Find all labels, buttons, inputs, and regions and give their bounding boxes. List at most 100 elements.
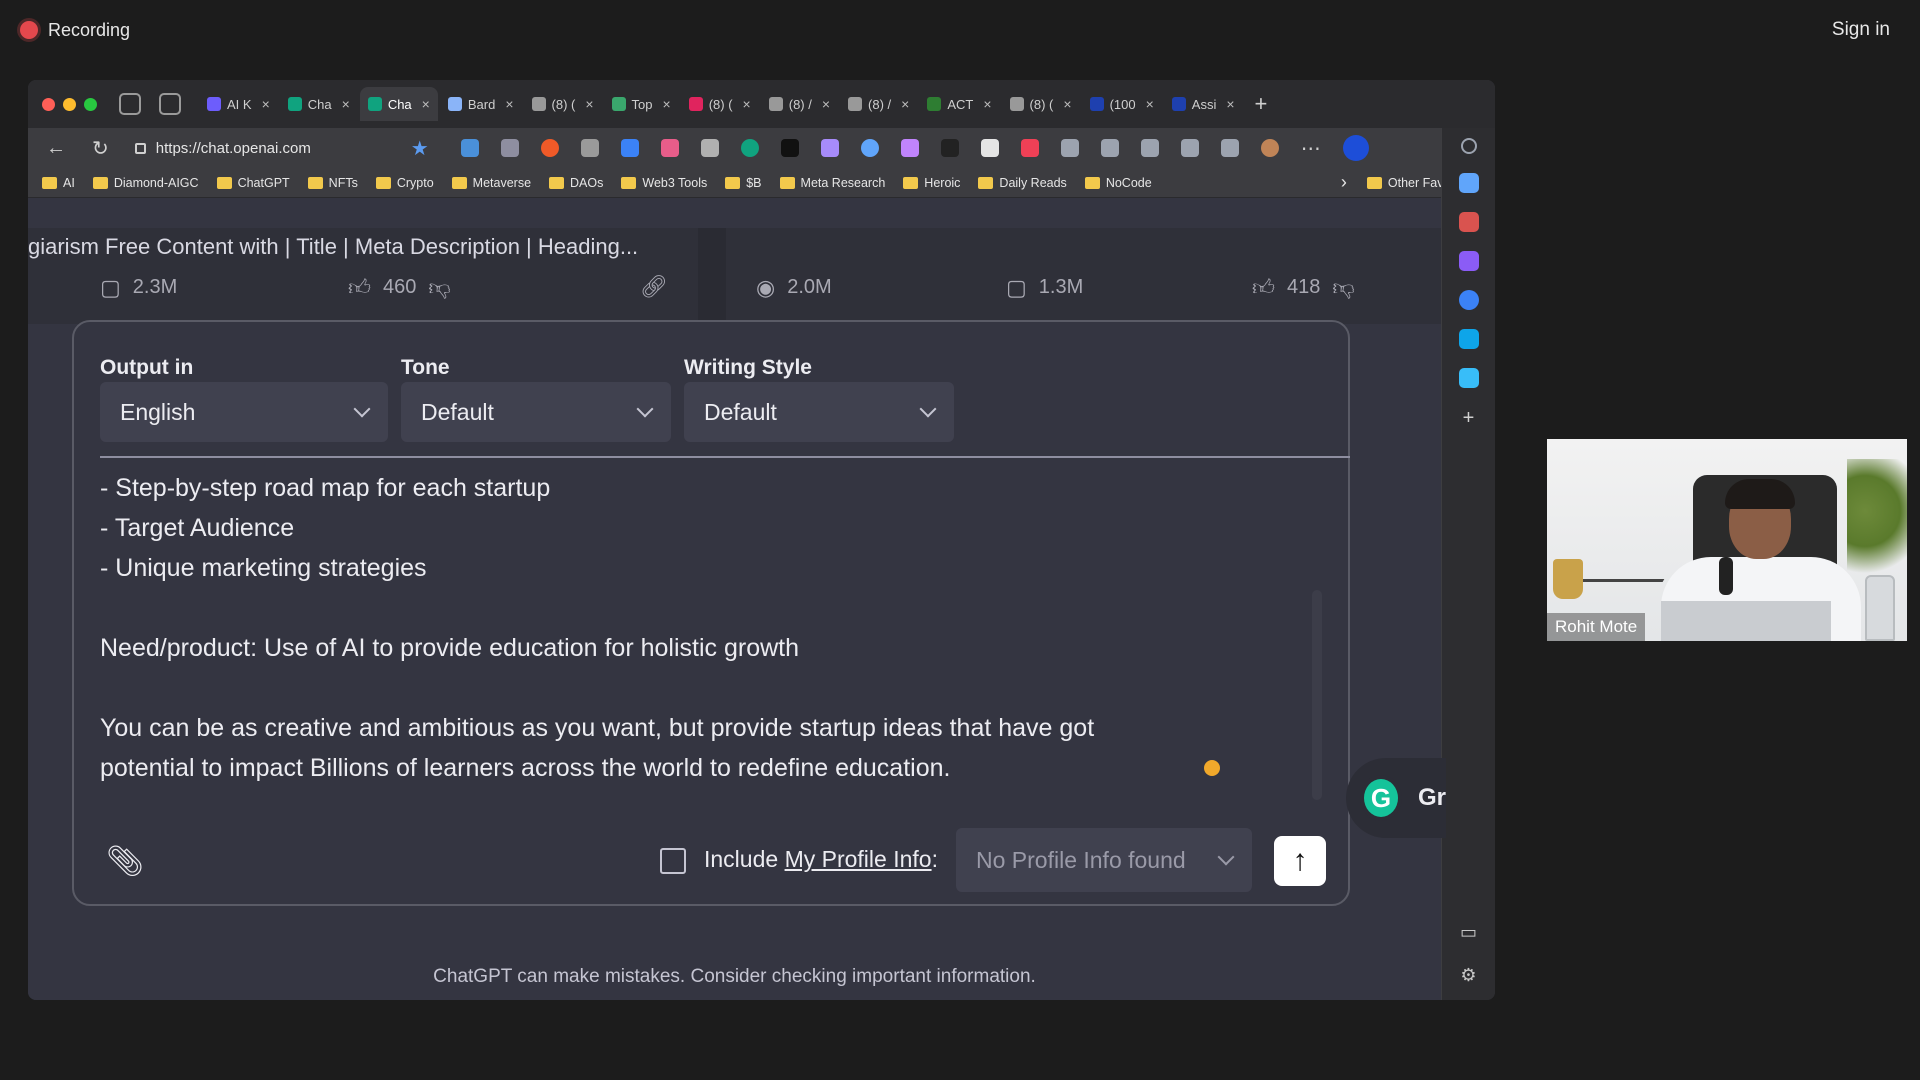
extension-icon[interactable] <box>620 139 639 157</box>
browser-tab[interactable]: (8) (× <box>681 87 759 121</box>
shield-icon[interactable] <box>980 139 999 157</box>
close-tab-icon[interactable]: × <box>422 96 430 112</box>
shopping-tag-icon[interactable] <box>1458 173 1479 193</box>
bookmark-folder[interactable]: NoCode <box>1084 176 1152 190</box>
writing-style-select[interactable]: Default <box>684 382 954 442</box>
close-tab-icon[interactable]: × <box>663 96 671 112</box>
minimize-window-button[interactable] <box>63 97 76 111</box>
bookmark-folder[interactable]: Heroic <box>903 176 960 190</box>
search-icon[interactable] <box>1460 138 1477 154</box>
split-screen-icon[interactable] <box>1100 139 1119 157</box>
thumbs-up-icon[interactable]: 👍︎ <box>348 276 371 299</box>
browser-tab[interactable]: AI K × <box>199 87 278 121</box>
extension-icon[interactable] <box>540 139 559 157</box>
prompt-textarea[interactable]: - Step-by-step road map for each startup… <box>100 468 1280 788</box>
workspaces-icon[interactable] <box>119 93 141 115</box>
browser-tab[interactable]: Bard × <box>440 87 522 121</box>
extension-icon[interactable] <box>940 139 959 157</box>
my-profile-info-link[interactable]: My Profile Info <box>785 846 932 872</box>
bookmark-folder[interactable]: Diamond-AIGC <box>92 176 199 190</box>
openai-icon[interactable] <box>740 139 759 157</box>
link-icon[interactable]: 🔗︎ <box>640 276 668 298</box>
close-tab-icon[interactable]: × <box>822 96 830 112</box>
browser-tab[interactable]: (100 × <box>1082 87 1162 121</box>
pocket-icon[interactable] <box>1020 139 1039 157</box>
browser-tab[interactable]: (8) / × <box>761 87 838 121</box>
extension-icon[interactable] <box>660 139 679 157</box>
close-window-button[interactable] <box>42 97 55 111</box>
browser-tab[interactable]: Assi × <box>1164 87 1243 121</box>
close-tab-icon[interactable]: × <box>1226 96 1234 112</box>
thumbs-down-icon[interactable]: 👎︎ <box>428 276 450 299</box>
thumbs-down-icon[interactable]: 👎︎ <box>1332 276 1354 299</box>
prompt-card-title[interactable]: giarism Free Content with | Title | Meta… <box>28 234 638 260</box>
extension-icon[interactable] <box>700 139 719 157</box>
extension-icon[interactable] <box>580 139 599 157</box>
bookmark-folder[interactable]: $B <box>725 176 762 190</box>
extension-icon[interactable] <box>460 139 479 157</box>
bookmark-folder[interactable]: DAOs <box>549 176 603 190</box>
sign-in-button[interactable]: Sign in <box>1822 13 1900 47</box>
send-button[interactable]: ↑ <box>1274 836 1326 886</box>
extension-icon[interactable] <box>780 139 799 157</box>
close-tab-icon[interactable]: × <box>262 96 270 112</box>
settings-gear-icon[interactable]: ⚙ <box>1460 965 1476 986</box>
textarea-scrollbar[interactable] <box>1312 590 1322 800</box>
attach-paperclip-icon[interactable]: 📎︎ <box>106 844 144 879</box>
bookmark-folder[interactable]: Meta Research <box>779 176 885 190</box>
bookmarks-overflow-chevron-icon[interactable]: › <box>1341 172 1347 193</box>
reload-icon[interactable]: ↻ <box>92 136 109 161</box>
hide-sidebar-icon[interactable]: ▭ <box>1460 922 1477 943</box>
drop-icon[interactable] <box>1458 368 1479 388</box>
collections-icon[interactable] <box>1180 139 1199 157</box>
tone-select[interactable]: Default <box>401 382 671 442</box>
browser-tab[interactable]: Cha × <box>359 87 438 121</box>
bing-copilot-icon[interactable] <box>1342 135 1369 161</box>
more-menu-icon[interactable]: ⋯ <box>1301 136 1321 161</box>
extension-icon[interactable] <box>500 139 519 157</box>
profile-avatar[interactable] <box>1260 139 1279 157</box>
bookmark-folder[interactable]: NFTs <box>307 176 358 190</box>
browser-tab[interactable]: Cha × <box>280 87 358 121</box>
grammarly-widget[interactable]: G Gr <box>1346 758 1446 838</box>
maximize-window-button[interactable] <box>84 97 97 111</box>
include-profile-checkbox[interactable] <box>660 848 686 874</box>
browser-tab[interactable]: (8) / × <box>840 87 917 121</box>
back-arrow-icon[interactable]: ← <box>46 137 66 160</box>
bookmark-folder[interactable]: AI <box>42 176 75 190</box>
address-bar[interactable]: https://chat.openai.com <box>134 140 385 157</box>
outlook-icon[interactable] <box>1458 329 1479 349</box>
profile-info-select[interactable]: No Profile Info found <box>956 828 1252 892</box>
close-tab-icon[interactable]: × <box>983 96 991 112</box>
add-sidebar-app-icon[interactable]: + <box>1463 407 1475 430</box>
browser-tab[interactable]: (8) (× <box>1002 87 1080 121</box>
bookmark-folder[interactable]: Web3 Tools <box>621 176 707 190</box>
puzzle-icon[interactable] <box>1060 139 1079 157</box>
close-tab-icon[interactable]: × <box>901 96 909 112</box>
favorites-icon[interactable] <box>1140 139 1159 157</box>
tab-actions-icon[interactable] <box>159 93 181 115</box>
close-tab-icon[interactable]: × <box>342 96 350 112</box>
output-language-select[interactable]: English <box>100 382 388 442</box>
close-tab-icon[interactable]: × <box>743 96 751 112</box>
browser-tab[interactable]: ACT × <box>919 87 999 121</box>
extension-icon[interactable] <box>900 139 919 157</box>
performance-icon[interactable] <box>1220 139 1239 157</box>
thumbs-up-icon[interactable]: 👍︎ <box>1252 276 1275 299</box>
participant-video-tile[interactable]: Rohit Mote <box>1547 439 1907 641</box>
bookmark-folder[interactable]: ChatGPT <box>216 176 290 190</box>
favorite-star-icon[interactable]: ★ <box>411 136 429 161</box>
microsoft-365-icon[interactable] <box>1458 290 1479 310</box>
close-tab-icon[interactable]: × <box>1146 96 1154 112</box>
browser-tab[interactable]: (8) (× <box>524 87 602 121</box>
bookmark-folder[interactable]: Metaverse <box>451 176 531 190</box>
extension-icon[interactable] <box>860 139 879 157</box>
new-tab-icon[interactable]: + <box>1255 91 1268 117</box>
bookmark-folder[interactable]: Crypto <box>375 176 434 190</box>
games-icon[interactable] <box>1458 251 1479 271</box>
close-tab-icon[interactable]: × <box>505 96 513 112</box>
extension-icon[interactable] <box>820 139 839 157</box>
close-tab-icon[interactable]: × <box>585 96 593 112</box>
bookmark-folder[interactable]: Daily Reads <box>978 176 1067 190</box>
close-tab-icon[interactable]: × <box>1063 96 1071 112</box>
